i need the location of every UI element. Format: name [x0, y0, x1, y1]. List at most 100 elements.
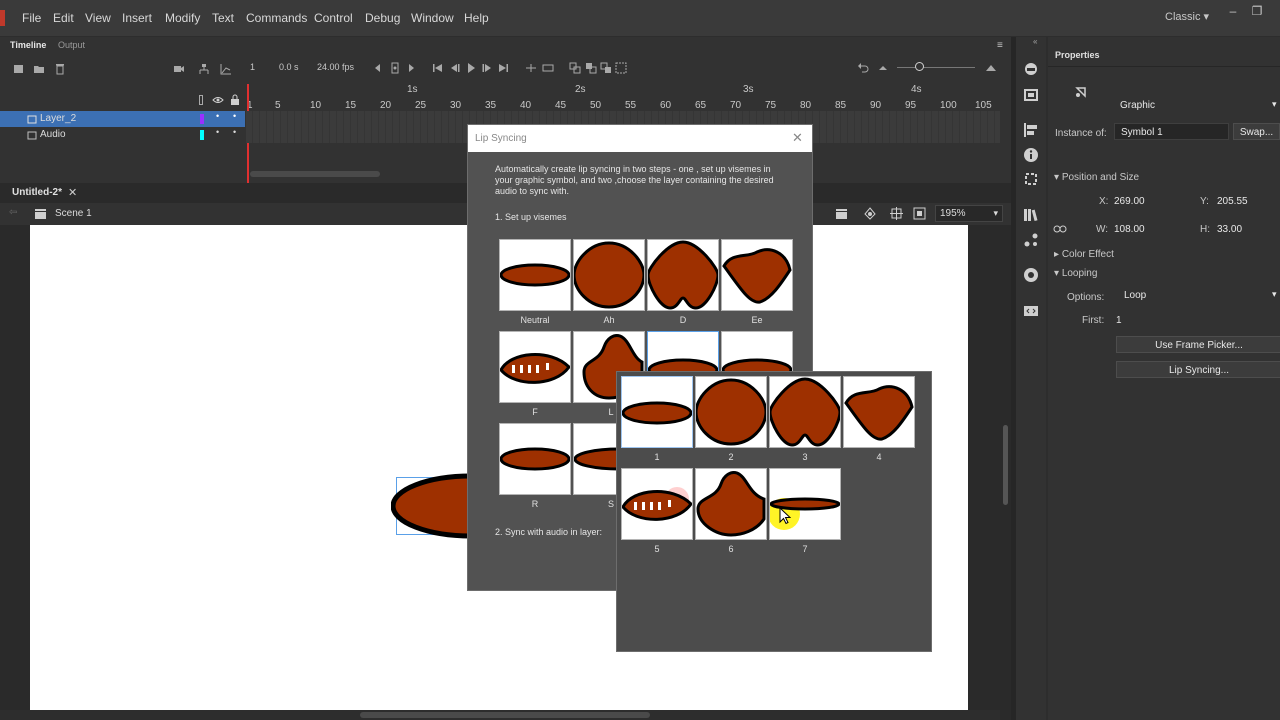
- edit-symbols-icon[interactable]: [863, 207, 877, 220]
- menu-text[interactable]: Text: [212, 11, 234, 25]
- center-stage-icon[interactable]: [890, 207, 903, 220]
- step-forward-icon[interactable]: [481, 62, 493, 74]
- code-snippets-icon[interactable]: [1023, 303, 1039, 319]
- onion-outline-icon[interactable]: [585, 62, 597, 74]
- tab-output[interactable]: Output: [58, 40, 85, 50]
- position-size-section[interactable]: ▾ Position and Size: [1054, 172, 1139, 183]
- undo-icon[interactable]: [857, 62, 869, 74]
- menu-control[interactable]: Control: [314, 11, 353, 25]
- prev-keyframe-icon[interactable]: [372, 62, 384, 74]
- menu-view[interactable]: View: [85, 11, 111, 25]
- lock-dot[interactable]: •: [233, 127, 236, 137]
- zoom-out-icon[interactable]: [877, 62, 889, 74]
- info-icon[interactable]: [1023, 147, 1039, 163]
- cc-libraries-icon[interactable]: [1023, 267, 1039, 283]
- zoom-select[interactable]: 195% ▾: [935, 205, 1003, 222]
- color-effect-section[interactable]: ▸ Color Effect: [1054, 249, 1114, 260]
- components-icon[interactable]: [1023, 207, 1039, 223]
- visibility-dot[interactable]: •: [216, 127, 219, 137]
- document-tab[interactable]: Untitled-2*: [12, 187, 62, 198]
- delete-icon[interactable]: [54, 63, 66, 75]
- menu-commands[interactable]: Commands: [246, 11, 307, 25]
- viseme-ah[interactable]: [573, 239, 645, 311]
- eye-icon[interactable]: [212, 96, 224, 104]
- w-value[interactable]: 108.00: [1114, 224, 1145, 235]
- menu-help[interactable]: Help: [464, 11, 489, 25]
- next-keyframe-icon[interactable]: [405, 62, 417, 74]
- timeline-zoom-slider[interactable]: [897, 67, 975, 68]
- play-icon[interactable]: [465, 62, 477, 74]
- collapse-icon[interactable]: «: [1033, 37, 1037, 46]
- modify-markers-icon[interactable]: [615, 62, 627, 74]
- workspace-switcher[interactable]: Classic ▾: [1165, 10, 1209, 23]
- viseme-r[interactable]: [499, 423, 571, 495]
- x-value[interactable]: 269.00: [1114, 196, 1145, 207]
- graph-icon[interactable]: [220, 63, 232, 75]
- use-frame-picker-button[interactable]: Use Frame Picker...: [1116, 336, 1280, 353]
- clip-stage-icon[interactable]: [913, 207, 926, 220]
- viseme-ee[interactable]: [721, 239, 793, 311]
- panel-menu-icon[interactable]: ≡: [997, 40, 1003, 51]
- restore-button[interactable]: ❐: [1250, 4, 1264, 18]
- new-folder-icon[interactable]: [33, 63, 45, 75]
- viseme-f[interactable]: [499, 331, 571, 403]
- transform-icon[interactable]: [1023, 171, 1039, 187]
- frame-thumb-7[interactable]: [769, 468, 841, 540]
- horizontal-scrollbar[interactable]: [0, 710, 1000, 720]
- viseme-neutral[interactable]: [499, 239, 571, 311]
- last-frame-icon[interactable]: [497, 62, 509, 74]
- menu-file[interactable]: File: [22, 11, 41, 25]
- onion-skin-icon[interactable]: [198, 63, 210, 75]
- motion-presets-icon[interactable]: [1023, 232, 1039, 248]
- frame-thumb-2[interactable]: [695, 376, 767, 448]
- layer-color-swatch[interactable]: [200, 114, 204, 124]
- edit-scene-icon[interactable]: [835, 207, 849, 220]
- menu-edit[interactable]: Edit: [53, 11, 74, 25]
- horizontal-scroll-thumb[interactable]: [360, 712, 650, 718]
- h-value[interactable]: 33.00: [1217, 224, 1242, 235]
- layer-name[interactable]: Audio: [40, 129, 66, 140]
- onion-skin-toggle-icon[interactable]: [569, 62, 581, 74]
- library-icon[interactable]: [1023, 61, 1039, 77]
- back-arrow-icon[interactable]: ⇦: [9, 207, 17, 218]
- timeline-ruler[interactable]: 1s 2s 3s 4s: [246, 84, 1000, 100]
- minimize-button[interactable]: –: [1226, 4, 1240, 18]
- timeline-scrollbar[interactable]: [250, 171, 380, 177]
- lock-dot[interactable]: •: [233, 111, 236, 121]
- layer-name[interactable]: Layer_2: [40, 113, 76, 124]
- properties-title[interactable]: Properties: [1055, 50, 1100, 60]
- close-icon[interactable]: ✕: [792, 130, 803, 146]
- menu-debug[interactable]: Debug: [365, 11, 400, 25]
- vertical-scroll-thumb[interactable]: [1003, 425, 1008, 505]
- frame-thumb-3[interactable]: [769, 376, 841, 448]
- vertical-scrollbar[interactable]: [1000, 225, 1011, 720]
- frame-thumb-1[interactable]: [621, 376, 693, 448]
- menu-modify[interactable]: Modify: [165, 11, 200, 25]
- loop-icon[interactable]: [542, 62, 554, 74]
- outline-column-icon[interactable]: [199, 95, 203, 105]
- looping-section[interactable]: ▾ Looping: [1054, 268, 1097, 279]
- timeline-zoom-thumb[interactable]: [915, 62, 924, 71]
- close-tab-icon[interactable]: ✕: [68, 186, 77, 199]
- scene-name[interactable]: Scene 1: [55, 208, 92, 219]
- y-value[interactable]: 205.55: [1217, 196, 1248, 207]
- frame-thumb-6[interactable]: [695, 468, 767, 540]
- new-layer-icon[interactable]: [13, 63, 25, 75]
- step-back-icon[interactable]: [449, 62, 461, 74]
- loop-options-select[interactable]: Loop ▾: [1118, 287, 1280, 305]
- frame-thumb-5[interactable]: [621, 468, 693, 540]
- menu-window[interactable]: Window: [411, 11, 454, 25]
- visibility-dot[interactable]: •: [216, 111, 219, 121]
- menu-insert[interactable]: Insert: [122, 11, 152, 25]
- link-icon[interactable]: [1053, 224, 1067, 234]
- first-frame-icon[interactable]: [432, 62, 444, 74]
- swap-button[interactable]: Swap...: [1233, 123, 1280, 140]
- layer-row-layer-2[interactable]: Layer_2 • •: [0, 111, 245, 127]
- layer-color-swatch[interactable]: [200, 130, 204, 140]
- frame-rate[interactable]: 24.00 fps: [317, 62, 354, 72]
- color-icon[interactable]: [1023, 87, 1039, 103]
- edit-multiple-frames-icon[interactable]: [600, 62, 612, 74]
- symbol-behavior-select[interactable]: Graphic ▾: [1114, 97, 1280, 115]
- lock-icon[interactable]: [230, 94, 240, 105]
- add-keyframe-icon[interactable]: [389, 62, 401, 74]
